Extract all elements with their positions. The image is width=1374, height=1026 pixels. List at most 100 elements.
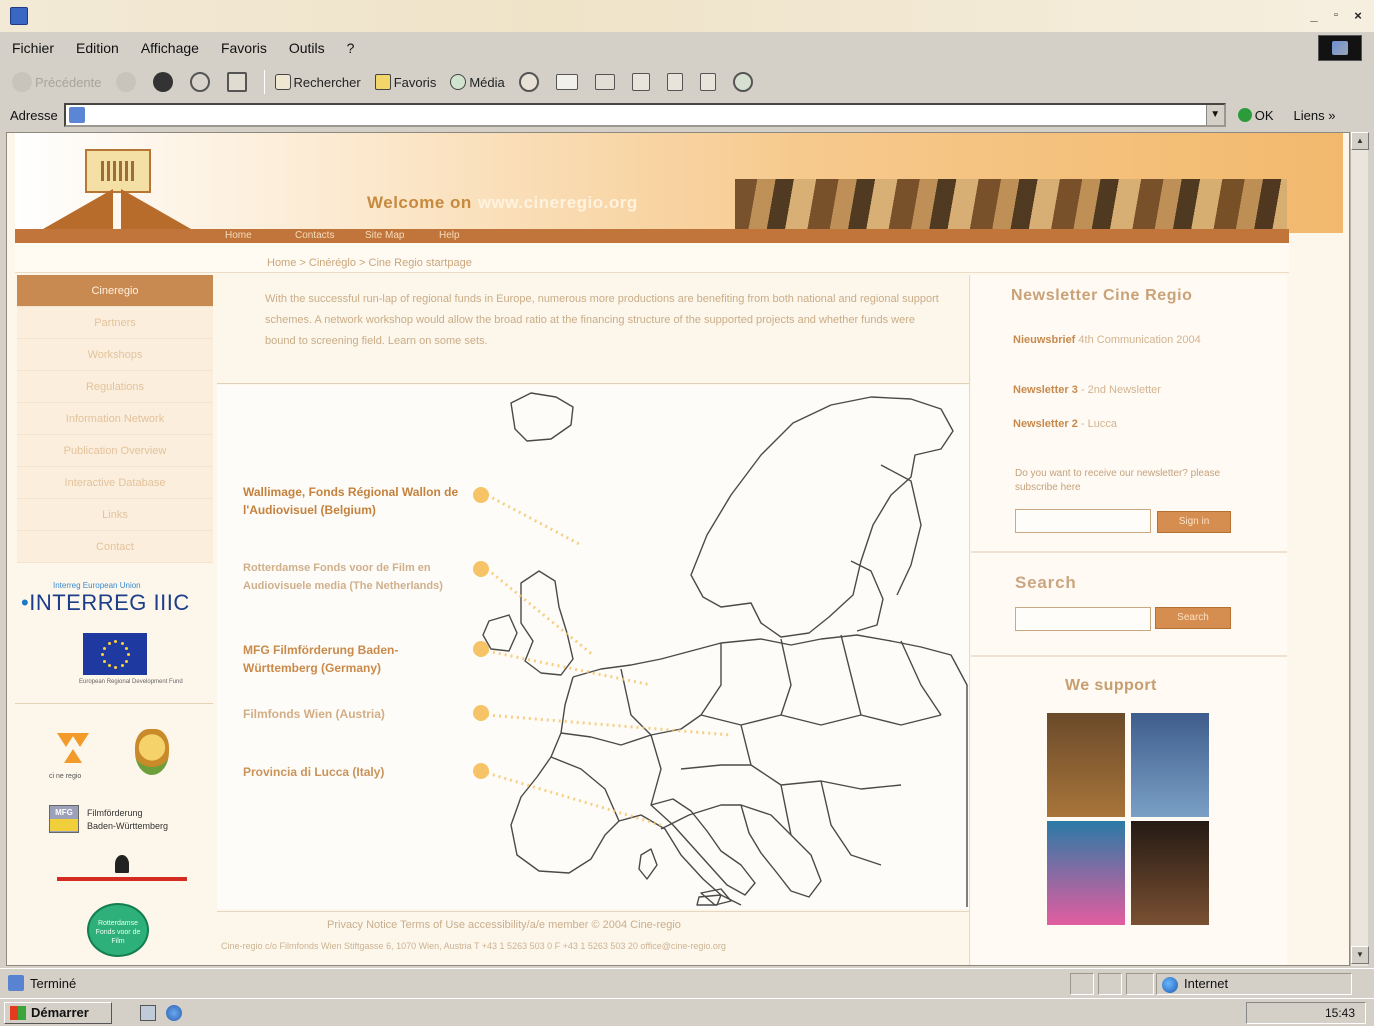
go-label: OK [1254, 107, 1274, 123]
mfg-logo[interactable]: MFG [49, 805, 79, 833]
sidebar-item-cineregio[interactable]: Cineregio [17, 275, 213, 307]
home-button[interactable] [226, 72, 250, 92]
breadcrumb: Home > Cinéréglo > Cine Regio startpage [267, 257, 472, 269]
eu-star-icon [125, 659, 129, 663]
mfg-logo-text[interactable]: Filmförderung Baden-Württemberg [87, 807, 168, 833]
stop-button[interactable] [152, 72, 176, 92]
media-button[interactable]: Média [450, 74, 505, 90]
nav-site-map[interactable]: Site Map [365, 229, 404, 243]
page-done-icon [8, 975, 24, 991]
menu-favoris[interactable]: Favoris [221, 40, 267, 56]
vertical-scrollbar[interactable]: ▲ ▼ [1350, 132, 1369, 966]
map-marker-germany[interactable] [473, 641, 489, 657]
partner-text-rotterdam: Rotterdamse Fonds voor de Film en Audiov… [243, 562, 443, 592]
nav-home[interactable]: Home [225, 229, 252, 243]
crest-logo[interactable] [135, 729, 169, 775]
newsletter-item-1-label: Nieuwsbrief [1013, 334, 1076, 346]
scroll-down-button[interactable]: ▼ [1351, 946, 1369, 964]
menu-help[interactable]: ? [347, 40, 355, 56]
media-label: Média [469, 74, 505, 90]
refresh-button[interactable] [189, 72, 213, 92]
research-icon [699, 73, 716, 91]
show-desktop-icon[interactable] [140, 1005, 156, 1021]
eu-star-icon [120, 641, 124, 645]
start-button[interactable]: Démarrer [4, 1002, 112, 1024]
sidebar-item-information-network[interactable]: Information Network [17, 403, 213, 435]
site-search-button[interactable]: Search [1155, 607, 1231, 629]
eu-star-icon [127, 653, 130, 656]
refresh-icon [189, 72, 210, 92]
forward-button[interactable] [115, 72, 139, 92]
sidebar-item-regulations[interactable]: Regulations [17, 371, 213, 403]
discuss-button[interactable] [666, 73, 686, 91]
footer-links[interactable]: Privacy Notice Terms of Use accessibilit… [327, 919, 681, 931]
links-button[interactable]: Liens » [1294, 108, 1336, 123]
favorites-button[interactable]: Favoris [374, 74, 436, 90]
stop-icon [152, 72, 173, 92]
newsletter-item-3[interactable]: Newsletter 2 - Lucca [1013, 413, 1117, 435]
address-input[interactable]: ▼ [63, 103, 1226, 127]
interreg-label: INTERREG IIIC [29, 590, 190, 615]
sidebar-item-partners[interactable]: Partners [17, 307, 213, 339]
partner-link-rotterdam[interactable]: Rotterdamse Fonds voor de Film en Audiov… [243, 559, 449, 595]
column-separator [969, 275, 970, 965]
sidebar-item-interactive-database[interactable]: Interactive Database [17, 467, 213, 499]
newsletter-item-1[interactable]: Nieuwsbrief 4th Communication 2004 [1013, 329, 1241, 351]
sidebar-item-links[interactable]: Links [17, 499, 213, 531]
supported-film-poster[interactable] [1047, 821, 1125, 925]
partner-link-lucca[interactable]: Provincia di Lucca (Italy) [243, 763, 465, 781]
sidebar-item-contact[interactable]: Contact [17, 531, 213, 563]
messenger-people-button[interactable] [732, 72, 756, 92]
scroll-up-button[interactable]: ▲ [1351, 132, 1369, 150]
supported-film-poster[interactable] [1131, 821, 1209, 925]
map-marker-austria[interactable] [473, 705, 489, 721]
sidebar-item-workshops[interactable]: Workshops [17, 339, 213, 371]
ie-app-icon[interactable] [10, 7, 28, 25]
menu-fichier[interactable]: Fichier [12, 40, 54, 56]
cineregio-logo[interactable] [25, 143, 207, 233]
map-marker-italy[interactable] [473, 763, 489, 779]
supported-film-poster[interactable] [1047, 713, 1125, 817]
newsletter-item-2[interactable]: Newsletter 3 - 2nd Newsletter [1013, 379, 1161, 401]
nav-help[interactable]: Help [439, 229, 460, 243]
cineregio-triangle-logo[interactable] [57, 733, 89, 769]
search-label: Rechercher [293, 74, 361, 90]
partner-link-filmfonds-wien[interactable]: Filmfonds Wien (Austria) [243, 705, 465, 723]
newsletter-item-3-label: Newsletter 2 [1013, 418, 1078, 430]
maximize-button[interactable]: ▫ [1326, 6, 1346, 25]
history-button[interactable] [518, 72, 542, 92]
rotterdam-fund-logo[interactable]: Rotterdamse Fonds voor de Film [87, 903, 149, 957]
mail-button[interactable] [555, 74, 581, 90]
we-support-title: We support [1065, 677, 1157, 694]
map-marker-netherlands[interactable] [473, 561, 489, 577]
edit-button[interactable] [631, 73, 653, 91]
interreg-logo[interactable]: Interreg European Union •INTERREG IIIC [21, 581, 213, 616]
menu-affichage[interactable]: Affichage [141, 40, 199, 56]
minimize-button[interactable]: _ [1304, 6, 1324, 25]
partner-link-mfg[interactable]: MFG Filmförderung Baden-Württemberg (Ger… [243, 641, 465, 677]
newsletter-signin-button[interactable]: Sign in [1157, 511, 1231, 533]
ie-quicklaunch-icon[interactable] [166, 1005, 182, 1021]
print-button[interactable] [594, 74, 618, 90]
nav-contacts[interactable]: Contacts [295, 229, 334, 243]
supported-film-poster[interactable] [1131, 713, 1209, 817]
address-dropdown-button[interactable]: ▼ [1205, 105, 1224, 125]
newsletter-item-2-text: - 2nd Newsletter [1080, 384, 1161, 396]
close-button[interactable]: × [1348, 6, 1368, 25]
security-zone-text: Internet [1184, 976, 1229, 991]
sidebar-item-publication-overview[interactable]: Publication Overview [17, 435, 213, 467]
map-marker-belgium[interactable] [473, 487, 489, 503]
go-button[interactable]: OK [1237, 107, 1274, 123]
menu-edition[interactable]: Edition [76, 40, 119, 56]
windows-logo-icon [10, 1006, 26, 1020]
history-icon [518, 72, 539, 92]
back-button[interactable]: Précédente [12, 72, 102, 92]
site-search-input[interactable] [1015, 607, 1151, 631]
messenger-button[interactable] [699, 73, 719, 91]
menu-outils[interactable]: Outils [289, 40, 325, 56]
eu-star-icon [102, 659, 106, 663]
newsletter-email-input[interactable] [1015, 509, 1151, 533]
film-fund-logo[interactable] [57, 855, 187, 889]
search-button[interactable]: Rechercher [274, 74, 361, 90]
partner-link-wallimage[interactable]: Wallimage, Fonds Régional Wallon de l'Au… [243, 483, 465, 519]
